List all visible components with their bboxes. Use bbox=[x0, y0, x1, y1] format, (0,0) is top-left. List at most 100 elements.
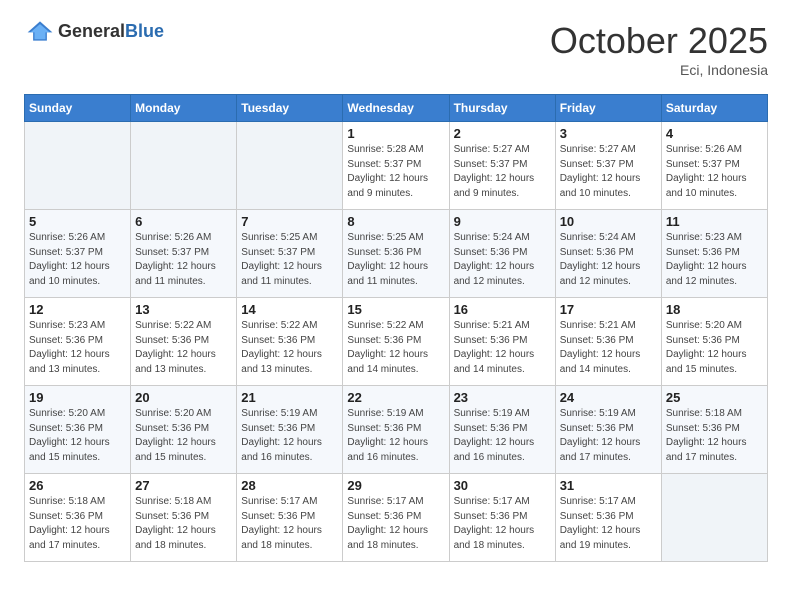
col-monday: Monday bbox=[131, 95, 237, 122]
logo: GeneralBlue bbox=[24, 20, 164, 42]
table-row: 13 Sunrise: 5:22 AMSunset: 5:36 PMDayligh… bbox=[131, 298, 237, 386]
table-row: 8 Sunrise: 5:25 AMSunset: 5:36 PMDaylight… bbox=[343, 210, 449, 298]
day-info: Sunrise: 5:18 AMSunset: 5:36 PMDaylight:… bbox=[135, 495, 232, 553]
day-number: 12 bbox=[29, 302, 126, 317]
calendar-table: Sunday Monday Tuesday Wednesday Thursday… bbox=[24, 94, 768, 562]
calendar-week-row: 5 Sunrise: 5:26 AMSunset: 5:37 PMDaylight… bbox=[25, 210, 768, 298]
day-number: 28 bbox=[241, 478, 338, 493]
day-number: 27 bbox=[135, 478, 232, 493]
day-info: Sunrise: 5:22 AMSunset: 5:36 PMDaylight:… bbox=[135, 319, 232, 377]
table-row: 16 Sunrise: 5:21 AMSunset: 5:36 PMDayligh… bbox=[449, 298, 555, 386]
day-info: Sunrise: 5:21 AMSunset: 5:36 PMDaylight:… bbox=[560, 319, 657, 377]
day-info: Sunrise: 5:23 AMSunset: 5:36 PMDaylight:… bbox=[29, 319, 126, 377]
calendar-header-row: Sunday Monday Tuesday Wednesday Thursday… bbox=[25, 95, 768, 122]
day-info: Sunrise: 5:17 AMSunset: 5:36 PMDaylight:… bbox=[560, 495, 657, 553]
day-info: Sunrise: 5:24 AMSunset: 5:36 PMDaylight:… bbox=[560, 231, 657, 289]
day-number: 16 bbox=[454, 302, 551, 317]
day-info: Sunrise: 5:20 AMSunset: 5:36 PMDaylight:… bbox=[135, 407, 232, 465]
table-row: 20 Sunrise: 5:20 AMSunset: 5:36 PMDayligh… bbox=[131, 386, 237, 474]
day-number: 8 bbox=[347, 214, 444, 229]
table-row: 15Sunrise: 5:22 AMSunset: 5:36 PMDayligh… bbox=[343, 298, 449, 386]
table-row: 29Sunrise: 5:17 AMSunset: 5:36 PMDayligh… bbox=[343, 474, 449, 562]
table-row bbox=[25, 122, 131, 210]
table-row: 19 Sunrise: 5:20 AMSunset: 5:36 PMDayligh… bbox=[25, 386, 131, 474]
day-number: 15 bbox=[347, 302, 444, 317]
day-info: Sunrise: 5:27 AMSunset: 5:37 PMDaylight:… bbox=[560, 143, 657, 201]
day-number: 25 bbox=[666, 390, 763, 405]
day-info: Sunrise: 5:25 AMSunset: 5:36 PMDaylight:… bbox=[347, 231, 444, 289]
day-number: 4 bbox=[666, 126, 763, 141]
logo-blue: Blue bbox=[125, 21, 164, 41]
table-row: 17Sunrise: 5:21 AMSunset: 5:36 PMDayligh… bbox=[555, 298, 661, 386]
day-number: 18 bbox=[666, 302, 763, 317]
table-row: 6Sunrise: 5:26 AMSunset: 5:37 PMDaylight… bbox=[131, 210, 237, 298]
col-saturday: Saturday bbox=[661, 95, 767, 122]
calendar-week-row: 1Sunrise: 5:28 AMSunset: 5:37 PMDaylight… bbox=[25, 122, 768, 210]
location: Eci, Indonesia bbox=[550, 62, 768, 78]
header: GeneralBlue October 2025 Eci, Indonesia bbox=[24, 20, 768, 78]
day-number: 13 bbox=[135, 302, 232, 317]
table-row: 28 Sunrise: 5:17 AMSunset: 5:36 PMDayligh… bbox=[237, 474, 343, 562]
day-number: 30 bbox=[454, 478, 551, 493]
col-tuesday: Tuesday bbox=[237, 95, 343, 122]
table-row: 30 Sunrise: 5:17 AMSunset: 5:36 PMDayligh… bbox=[449, 474, 555, 562]
day-info: Sunrise: 5:26 AMSunset: 5:37 PMDaylight:… bbox=[135, 231, 232, 289]
day-number: 2 bbox=[454, 126, 551, 141]
day-info: Sunrise: 5:22 AMSunset: 5:36 PMDaylight:… bbox=[241, 319, 338, 377]
table-row: 22 Sunrise: 5:19 AMSunset: 5:36 PMDayligh… bbox=[343, 386, 449, 474]
day-number: 10 bbox=[560, 214, 657, 229]
col-thursday: Thursday bbox=[449, 95, 555, 122]
table-row: 7Sunrise: 5:25 AMSunset: 5:37 PMDaylight… bbox=[237, 210, 343, 298]
calendar-week-row: 19 Sunrise: 5:20 AMSunset: 5:36 PMDayligh… bbox=[25, 386, 768, 474]
col-sunday: Sunday bbox=[25, 95, 131, 122]
table-row: 25Sunrise: 5:18 AMSunset: 5:36 PMDayligh… bbox=[661, 386, 767, 474]
table-row: 23 Sunrise: 5:19 AMSunset: 5:36 PMDayligh… bbox=[449, 386, 555, 474]
table-row: 2 Sunrise: 5:27 AMSunset: 5:37 PMDaylight… bbox=[449, 122, 555, 210]
table-row: 18 Sunrise: 5:20 AMSunset: 5:36 PMDayligh… bbox=[661, 298, 767, 386]
table-row: 4 Sunrise: 5:26 AMSunset: 5:37 PMDaylight… bbox=[661, 122, 767, 210]
day-number: 31 bbox=[560, 478, 657, 493]
day-info: Sunrise: 5:20 AMSunset: 5:36 PMDaylight:… bbox=[666, 319, 763, 377]
day-info: Sunrise: 5:23 AMSunset: 5:36 PMDaylight:… bbox=[666, 231, 763, 289]
day-info: Sunrise: 5:20 AMSunset: 5:36 PMDaylight:… bbox=[29, 407, 126, 465]
day-number: 1 bbox=[347, 126, 444, 141]
day-info: Sunrise: 5:19 AMSunset: 5:36 PMDaylight:… bbox=[347, 407, 444, 465]
day-info: Sunrise: 5:26 AMSunset: 5:37 PMDaylight:… bbox=[29, 231, 126, 289]
table-row: 9Sunrise: 5:24 AMSunset: 5:36 PMDaylight… bbox=[449, 210, 555, 298]
day-info: Sunrise: 5:21 AMSunset: 5:36 PMDaylight:… bbox=[454, 319, 551, 377]
day-number: 20 bbox=[135, 390, 232, 405]
day-info: Sunrise: 5:27 AMSunset: 5:37 PMDaylight:… bbox=[454, 143, 551, 201]
day-number: 3 bbox=[560, 126, 657, 141]
day-info: Sunrise: 5:19 AMSunset: 5:36 PMDaylight:… bbox=[454, 407, 551, 465]
day-number: 14 bbox=[241, 302, 338, 317]
table-row: 3 Sunrise: 5:27 AMSunset: 5:37 PMDaylight… bbox=[555, 122, 661, 210]
table-row: 21 Sunrise: 5:19 AMSunset: 5:36 PMDayligh… bbox=[237, 386, 343, 474]
table-row: 27 Sunrise: 5:18 AMSunset: 5:36 PMDayligh… bbox=[131, 474, 237, 562]
day-number: 5 bbox=[29, 214, 126, 229]
day-info: Sunrise: 5:19 AMSunset: 5:36 PMDaylight:… bbox=[241, 407, 338, 465]
col-wednesday: Wednesday bbox=[343, 95, 449, 122]
day-info: Sunrise: 5:17 AMSunset: 5:36 PMDaylight:… bbox=[347, 495, 444, 553]
table-row: 11Sunrise: 5:23 AMSunset: 5:36 PMDayligh… bbox=[661, 210, 767, 298]
day-info: Sunrise: 5:17 AMSunset: 5:36 PMDaylight:… bbox=[454, 495, 551, 553]
table-row: 14 Sunrise: 5:22 AMSunset: 5:36 PMDayligh… bbox=[237, 298, 343, 386]
day-number: 19 bbox=[29, 390, 126, 405]
day-number: 9 bbox=[454, 214, 551, 229]
calendar-week-row: 26Sunrise: 5:18 AMSunset: 5:36 PMDayligh… bbox=[25, 474, 768, 562]
day-number: 21 bbox=[241, 390, 338, 405]
table-row bbox=[237, 122, 343, 210]
day-number: 7 bbox=[241, 214, 338, 229]
logo-general: General bbox=[58, 21, 125, 41]
day-number: 22 bbox=[347, 390, 444, 405]
page: GeneralBlue October 2025 Eci, Indonesia … bbox=[0, 0, 792, 582]
table-row: 31 Sunrise: 5:17 AMSunset: 5:36 PMDayligh… bbox=[555, 474, 661, 562]
table-row bbox=[661, 474, 767, 562]
day-info: Sunrise: 5:26 AMSunset: 5:37 PMDaylight:… bbox=[666, 143, 763, 201]
day-number: 23 bbox=[454, 390, 551, 405]
day-info: Sunrise: 5:18 AMSunset: 5:36 PMDaylight:… bbox=[29, 495, 126, 553]
col-friday: Friday bbox=[555, 95, 661, 122]
day-info: Sunrise: 5:17 AMSunset: 5:36 PMDaylight:… bbox=[241, 495, 338, 553]
day-info: Sunrise: 5:19 AMSunset: 5:36 PMDaylight:… bbox=[560, 407, 657, 465]
generalblue-icon bbox=[26, 20, 54, 42]
calendar-week-row: 12 Sunrise: 5:23 AMSunset: 5:36 PMDayligh… bbox=[25, 298, 768, 386]
